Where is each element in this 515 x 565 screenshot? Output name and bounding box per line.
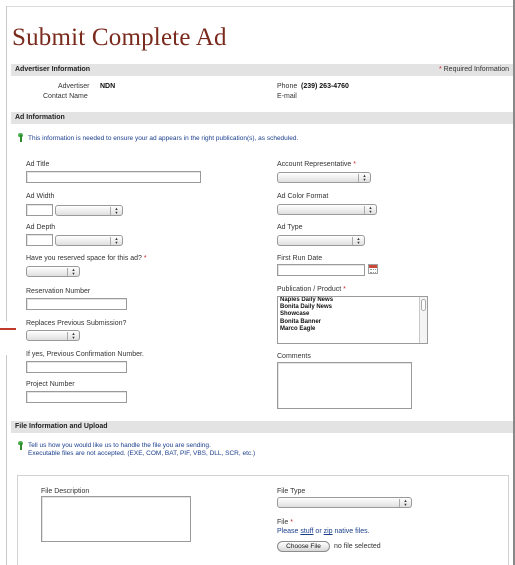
replaces-previous-label: Replaces Previous Submission? [26, 320, 127, 327]
file-label-text: File [277, 519, 289, 526]
required-info-note: * Required Information [439, 64, 509, 76]
account-rep-label: Account Representative * [277, 161, 356, 168]
ad-section-title: Ad Information [15, 114, 65, 121]
calendar-icon[interactable] [368, 264, 378, 274]
publication-product-text: Publication / Product [277, 286, 342, 293]
publication-option[interactable]: Marco Eagle [278, 326, 427, 333]
reservation-number-label: Reservation Number [26, 288, 91, 295]
or-text: or [315, 528, 322, 535]
file-info-line-2: Executable files are not accepted. (EXE,… [28, 450, 256, 457]
file-info-line-1: Tell us how you would like us to handle … [28, 442, 211, 449]
ad-depth-unit-select[interactable]: ▲ ▼ [55, 235, 123, 246]
ad-type-select[interactable]: ▲ ▼ [277, 235, 365, 246]
info-pin-icon [17, 133, 24, 142]
ad-depth-label: Ad Depth [26, 224, 56, 231]
page-frame: Submit Complete Ad Advertiser Informatio… [0, 0, 515, 565]
reserved-space-select[interactable]: ▲ ▼ [26, 266, 80, 277]
native-files-note: Please stuff or zip native files. [277, 528, 370, 535]
comments-textarea[interactable] [277, 362, 412, 409]
ad-title-input[interactable] [26, 171, 201, 183]
ad-info-text: This information is needed to ensure you… [28, 135, 299, 142]
file-type-label: File Type [277, 488, 306, 495]
replaces-previous-select[interactable]: ▲ ▼ [26, 330, 80, 341]
info-pin-icon [17, 441, 24, 450]
ad-depth-input[interactable] [26, 234, 53, 246]
ad-width-label: Ad Width [26, 193, 55, 200]
comments-label: Comments [277, 353, 311, 360]
project-number-label: Project Number [26, 381, 75, 388]
ad-title-label: Ad Title [26, 161, 50, 168]
first-run-date-label: First Run Date [277, 255, 323, 262]
advertiser-section-header: Advertiser Information * Required Inform… [11, 64, 513, 76]
required-star: * [143, 255, 147, 262]
required-star: * [438, 66, 442, 73]
publication-option[interactable]: Bonita Banner [278, 319, 427, 326]
native-files-text: native files. [334, 528, 370, 535]
file-type-select[interactable]: ▲ ▼ [277, 497, 412, 508]
advertiser-label: Advertiser [58, 83, 90, 90]
reserved-space-label: Have you reserved space for this ad? * [26, 255, 147, 262]
please-text: Please [277, 528, 299, 535]
required-note-text: Required Information [443, 66, 509, 73]
advertiser-section-title: Advertiser Information [15, 66, 91, 73]
left-divider [6, 6, 7, 321]
red-accent-mark [0, 328, 16, 330]
account-rep-select[interactable]: ▲ ▼ [277, 172, 371, 183]
page-title: Submit Complete Ad [12, 24, 227, 51]
file-description-label: File Description [41, 488, 90, 495]
ad-color-format-select[interactable]: ▲ ▼ [277, 204, 377, 215]
listbox-scrollbar[interactable] [419, 297, 427, 343]
publication-option[interactable]: Showcase [278, 311, 427, 318]
publication-product-label: Publication / Product * [277, 286, 346, 293]
required-star: * [290, 519, 293, 526]
no-file-status: no file selected [334, 543, 381, 550]
left-divider-lower [6, 355, 7, 565]
file-description-textarea[interactable] [41, 496, 191, 542]
stuff-link[interactable]: stuff [300, 528, 313, 535]
email-label: E-mail [277, 93, 297, 100]
publication-listbox[interactable]: Naples Daily News Bonita Daily News Show… [277, 296, 428, 344]
project-number-input[interactable] [26, 391, 127, 403]
ad-width-unit-select[interactable]: ▲ ▼ [55, 205, 123, 216]
choose-file-button[interactable]: Choose File [277, 541, 330, 552]
phone-label: Phone [277, 83, 298, 90]
previous-confirmation-input[interactable] [26, 361, 127, 373]
first-run-date-input[interactable] [277, 264, 365, 276]
previous-confirmation-label: If yes, Previous Confirmation Number. [26, 351, 144, 358]
advertiser-value: NDN [100, 83, 116, 90]
contact-name-label: Contact Name [43, 93, 88, 100]
publication-option[interactable]: Naples Daily News [278, 297, 427, 304]
phone-value: (239) 263-4760 [301, 83, 349, 90]
zip-link[interactable]: zip [324, 528, 333, 535]
file-label: File * [277, 519, 293, 526]
required-star: * [353, 161, 357, 168]
file-section-title: File Information and Upload [15, 423, 108, 430]
required-star: * [343, 286, 346, 293]
account-rep-text: Account Representative [277, 161, 352, 168]
reserved-space-text: Have you reserved space for this ad? [26, 255, 142, 262]
ad-width-input[interactable] [26, 204, 53, 216]
ad-color-format-label: Ad Color Format [277, 193, 329, 200]
publication-option[interactable]: Bonita Daily News [278, 304, 427, 311]
top-divider [6, 6, 515, 7]
file-section-header: File Information and Upload [11, 421, 513, 433]
reservation-number-input[interactable] [26, 298, 127, 310]
ad-section-header: Ad Information [11, 112, 513, 124]
ad-type-label: Ad Type [277, 224, 303, 231]
